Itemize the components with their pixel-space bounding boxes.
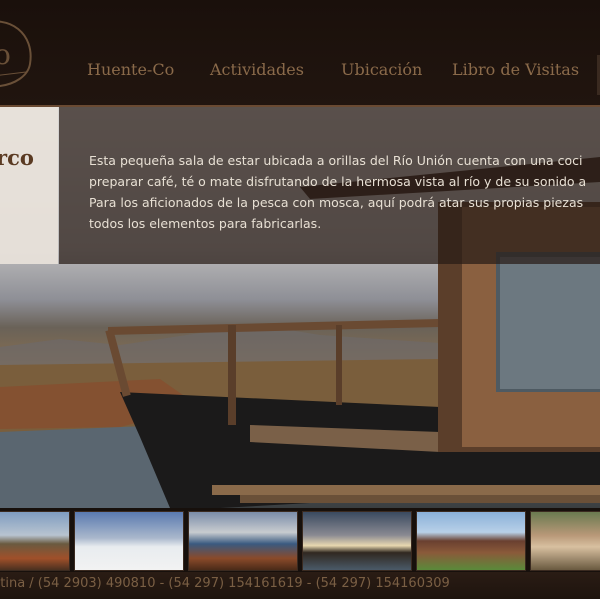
- description-line: todos los elementos para fabricarlas.: [89, 216, 322, 231]
- footer-contact: ntina / (54 2903) 490810 - (54 297) 1541…: [0, 576, 450, 591]
- thumbnail-cabin[interactable]: [416, 511, 526, 571]
- description-line: Esta pequeña sala de estar ubicada a ori…: [89, 153, 583, 168]
- thumbnail-snow[interactable]: [74, 511, 184, 571]
- nav-item-libro-de-visitas[interactable]: Libro de Visitas: [452, 60, 579, 79]
- thumbnail-deer[interactable]: [530, 511, 600, 571]
- main-nav: Huente-Co Actividades Ubicación Libro de…: [0, 60, 600, 84]
- nav-item-huente-co[interactable]: Huente-Co: [87, 60, 174, 79]
- nav-item-ubicacion[interactable]: Ubicación: [341, 60, 422, 79]
- description-line: Para los aficionados de la pesca con mos…: [89, 195, 584, 210]
- section-title: rco: [0, 145, 34, 170]
- thumbnail-strip: [0, 508, 600, 572]
- nav-item-actividades[interactable]: Actividades: [210, 60, 304, 79]
- section-description: Esta pequeña sala de estar ubicada a ori…: [89, 150, 600, 234]
- footer: ntina / (54 2903) 490810 - (54 297) 1541…: [0, 572, 600, 599]
- thumbnail-sunset[interactable]: [302, 511, 412, 571]
- description-line: preparar café, té o mate disfrutando de …: [89, 174, 587, 189]
- header: o Huente-Co Actividades Ubicación Libro …: [0, 0, 600, 107]
- thumbnail-lake[interactable]: [188, 511, 298, 571]
- section-title-box: [0, 107, 58, 264]
- thumbnail-landscape-1[interactable]: [0, 511, 70, 571]
